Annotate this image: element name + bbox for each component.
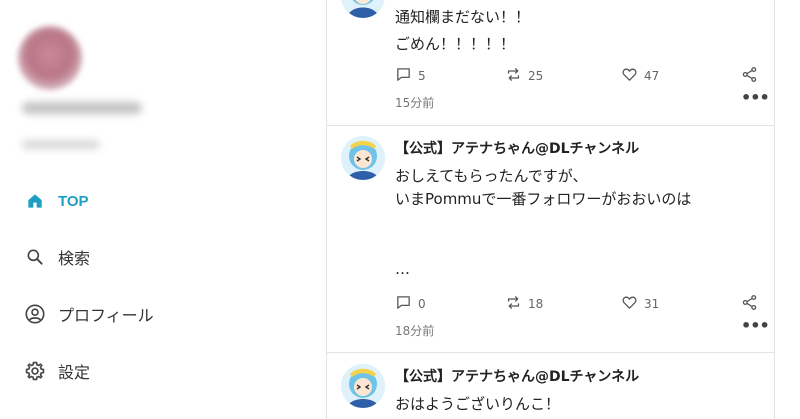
post-timestamp: 15分前 (395, 96, 435, 110)
post-text-line: 通知欄まだない！！ (395, 8, 531, 26)
search-icon (24, 246, 46, 268)
sidebar: TOP 検索 プロフィール 設定 (0, 0, 326, 419)
home-icon (24, 190, 46, 212)
post-text-line: おはようございりんこ！ (395, 395, 561, 413)
comment-icon (395, 66, 412, 86)
share-button[interactable] (741, 294, 758, 315)
post-author-name[interactable]: 【公式】アテナちゃん@DLチャンネル (395, 366, 639, 386)
more-options-button[interactable]: ••• (741, 88, 770, 107)
like-button[interactable]: 31 (621, 294, 659, 314)
nav-item-search[interactable]: 検索 (24, 242, 90, 272)
share-button[interactable] (741, 66, 758, 87)
nav-item-label: TOP (58, 192, 89, 210)
heart-icon (621, 294, 638, 314)
post-card[interactable]: 【公式】アテナちゃん@DLチャンネル おはようございりんこ！ (327, 354, 774, 419)
post-text-line: いまPommuで一番フォロワーがおおいのは (395, 190, 692, 208)
post-card[interactable]: 通知欄まだない！！ ごめん！！！！！ 5 25 47 15分前 ••• (327, 0, 774, 126)
post-timestamp: 18分前 (395, 324, 435, 338)
post-avatar[interactable] (341, 364, 385, 408)
profile-avatar[interactable] (18, 26, 82, 90)
repost-button[interactable]: 25 (505, 66, 543, 86)
comment-count: 5 (418, 69, 426, 83)
profile-name-blurred (22, 102, 142, 114)
heart-icon (621, 66, 638, 86)
like-count: 31 (644, 297, 660, 311)
repost-icon (505, 66, 522, 86)
post-avatar[interactable] (341, 136, 385, 180)
post-text-line: ごめん！！！！！ (395, 35, 516, 53)
post-author-name[interactable]: 【公式】アテナちゃん@DLチャンネル (395, 138, 639, 158)
gear-icon (24, 360, 46, 382)
more-options-button[interactable]: ••• (741, 316, 770, 335)
post-card[interactable]: 【公式】アテナちゃん@DLチャンネル おしえてもらったんですが、 いまPommu… (327, 126, 774, 353)
post-avatar[interactable] (341, 0, 385, 18)
timeline-feed: 通知欄まだない！！ ごめん！！！！！ 5 25 47 15分前 ••• 【公式】… (326, 0, 775, 419)
repost-count: 18 (528, 297, 544, 311)
comment-button[interactable]: 5 (395, 66, 426, 86)
user-circle-icon (24, 303, 46, 325)
post-text-ellipsis: … (395, 260, 410, 278)
comment-button[interactable]: 0 (395, 294, 426, 314)
repost-icon (505, 294, 522, 314)
share-icon (741, 295, 758, 315)
nav-item-label: 設定 (58, 363, 91, 382)
like-button[interactable]: 47 (621, 66, 659, 86)
nav-item-label: 検索 (58, 249, 91, 268)
nav-item-settings[interactable]: 設定 (24, 356, 90, 386)
nav-item-label: プロフィール (58, 306, 154, 325)
profile-handle-blurred (22, 140, 100, 149)
nav-item-profile[interactable]: プロフィール (24, 299, 154, 329)
repost-count: 25 (528, 69, 544, 83)
comment-icon (395, 294, 412, 314)
comment-count: 0 (418, 297, 426, 311)
repost-button[interactable]: 18 (505, 294, 543, 314)
share-icon (741, 67, 758, 87)
nav-item-top[interactable]: TOP (24, 186, 89, 216)
like-count: 47 (644, 69, 660, 83)
